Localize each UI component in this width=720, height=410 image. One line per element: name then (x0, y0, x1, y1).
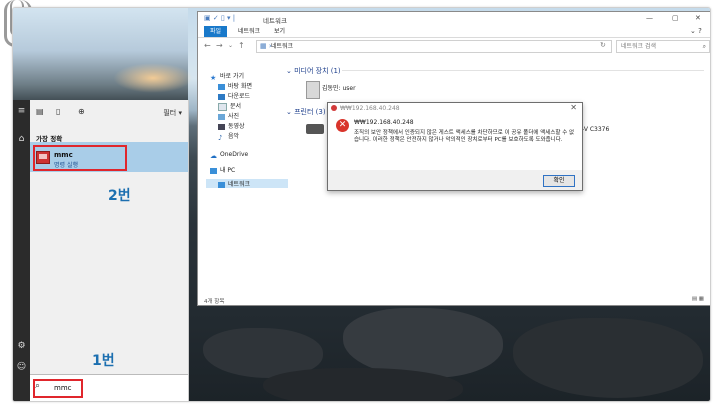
filter-label: 필터 (163, 109, 177, 117)
address-box[interactable]: ▦ › 네트워크 (256, 40, 612, 53)
forward-button[interactable]: → (216, 41, 223, 50)
media-device-item[interactable]: 김동민: user (322, 83, 356, 92)
minimize-button[interactable]: — (646, 14, 653, 22)
filter-button[interactable]: 필터 ▾ (163, 108, 182, 118)
dialog-close-button[interactable]: ✕ (570, 103, 577, 112)
tab-network[interactable]: 네트워크 (232, 26, 266, 37)
nav-label: 바탕 화면 (228, 83, 252, 90)
apps-icon[interactable]: ▤ (36, 107, 46, 117)
nav-downloads[interactable]: 다운로드 (218, 91, 250, 100)
document-icon[interactable]: ▯ (56, 107, 66, 117)
error-dialog: ₩₩192.168.40.248 ✕ ✕ ₩₩192.168.40.248 조직… (327, 102, 583, 191)
nav-label: 동영상 (228, 123, 245, 130)
printer-icon (306, 124, 324, 134)
dialog-title: ₩₩192.168.40.248 (340, 105, 400, 112)
group-divider (342, 70, 704, 71)
up-button[interactable]: ↑ (238, 41, 245, 50)
view-toggle-icons[interactable]: ▤ ▦ (692, 296, 704, 302)
back-button[interactable]: ← (204, 41, 211, 50)
home-icon[interactable]: ⌂ (16, 134, 27, 145)
start-menu-toolbar: ▤ ▯ ⊕ 필터 ▾ (30, 100, 188, 124)
search-icon: ⌕ (702, 43, 706, 50)
dialog-error-small-icon (331, 105, 337, 111)
quick-access-toolbar[interactable]: ▣ ✓ ▯ ▾ | (204, 14, 235, 22)
network-icon: ▦ › (260, 42, 272, 50)
nav-label: 음악 (228, 133, 240, 140)
address-bar-row: ← → ⌄ ↑ ▦ › 네트워크 ↻ 네트워크 검색 ⌕ (198, 39, 710, 53)
start-rail: ≡ ⌂ ⚙ ☺ (13, 100, 30, 401)
printer-item-partial[interactable]: -V C3376 (582, 126, 609, 133)
settings-icon[interactable]: ⚙ (16, 341, 27, 352)
web-icon[interactable]: ⊕ (78, 107, 88, 117)
group-printers-label: 프린터 (3) (294, 108, 326, 116)
step2-annotation: 2번 (108, 188, 131, 204)
group-printers[interactable]: ⌄ 프린터 (3) (286, 107, 326, 117)
search-placeholder: 네트워크 검색 (621, 43, 657, 50)
window-title: 네트워크 (263, 17, 287, 25)
refresh-button[interactable]: ↻ (600, 41, 606, 49)
recent-dropdown[interactable]: ⌄ (228, 42, 233, 49)
dialog-message: 조직의 보안 정책에서 인증되지 않은 게스트 액세스를 차단하므로 이 공유 … (354, 130, 575, 143)
dialog-titlebar: ₩₩192.168.40.248 ✕ (328, 103, 582, 114)
close-button[interactable]: ✕ (695, 14, 701, 22)
nav-desktop[interactable]: 바탕 화면 (218, 81, 252, 90)
nav-documents[interactable]: 문서 (218, 101, 241, 111)
nav-label: 네트워크 (228, 181, 251, 188)
highlight-box-search (33, 379, 83, 398)
explorer-search-input[interactable]: 네트워크 검색 ⌕ (616, 40, 710, 53)
group-media-label: 미디어 장치 (1) (294, 67, 341, 75)
nav-label: 다운로드 (228, 93, 251, 100)
maximize-button[interactable]: ▢ (672, 14, 679, 22)
item-count: 4개 항목 (204, 299, 225, 305)
nav-label: 내 PC (220, 167, 236, 174)
hamburger-icon[interactable]: ≡ (16, 106, 27, 117)
error-icon: ✕ (336, 119, 349, 132)
navigation-pane: ★ 바로 가기 바탕 화면 다운로드 문서 사진 동영상 ♪ 음악 ☁ OneDriv… (198, 57, 288, 297)
tab-view[interactable]: 보기 (268, 26, 291, 37)
nav-label: 바로 가기 (220, 73, 244, 80)
highlight-box-app (33, 145, 127, 171)
nav-label: 사진 (228, 113, 240, 120)
nav-onedrive[interactable]: ☁ OneDrive (210, 151, 249, 160)
ribbon-expand-icon[interactable]: ⌄ ? (690, 27, 702, 35)
start-menu: ▤ ▯ ⊕ 필터 ▾ 가장 정확 mmc 명령 실행 2번 1번 (30, 100, 189, 401)
tab-file[interactable]: 파일 (204, 26, 228, 37)
nav-music[interactable]: ♪ 음악 (218, 131, 240, 142)
nav-this-pc[interactable]: 내 PC (210, 165, 235, 174)
dialog-host: ₩₩192.168.40.248 (354, 119, 414, 126)
group-media-devices[interactable]: ⌄ 미디어 장치 (1) (286, 66, 341, 76)
nav-quick-access[interactable]: ★ 바로 가기 (210, 71, 244, 82)
user-icon[interactable]: ☺ (16, 362, 27, 373)
address-text: 네트워크 (271, 43, 294, 50)
screenshot-frame: ≡ ⌂ ⚙ ☺ ▤ ▯ ⊕ 필터 ▾ 가장 정확 mmc 명령 실행 2번 1번… (12, 7, 711, 402)
nav-pictures[interactable]: 사진 (218, 111, 239, 120)
dialog-footer: 확인 (328, 170, 582, 190)
nav-label: 문서 (230, 103, 242, 110)
step1-annotation: 1번 (92, 353, 115, 369)
nav-label: OneDrive (220, 151, 249, 158)
media-device-icon (306, 81, 320, 99)
nav-network[interactable]: 네트워크 (206, 179, 288, 188)
nav-videos[interactable]: 동영상 (218, 121, 245, 130)
ribbon-tabs: 파일 네트워크 보기 ⌄ ? (198, 26, 710, 38)
explorer-titlebar: ▣ ✓ ▯ ▾ | 네트워크 — ▢ ✕ (198, 12, 710, 26)
ok-button[interactable]: 확인 (543, 175, 575, 187)
status-bar: 4개 항목 ▤ ▦ (198, 296, 710, 305)
taskbar-search-box[interactable]: ⌕ mmc (30, 374, 188, 401)
